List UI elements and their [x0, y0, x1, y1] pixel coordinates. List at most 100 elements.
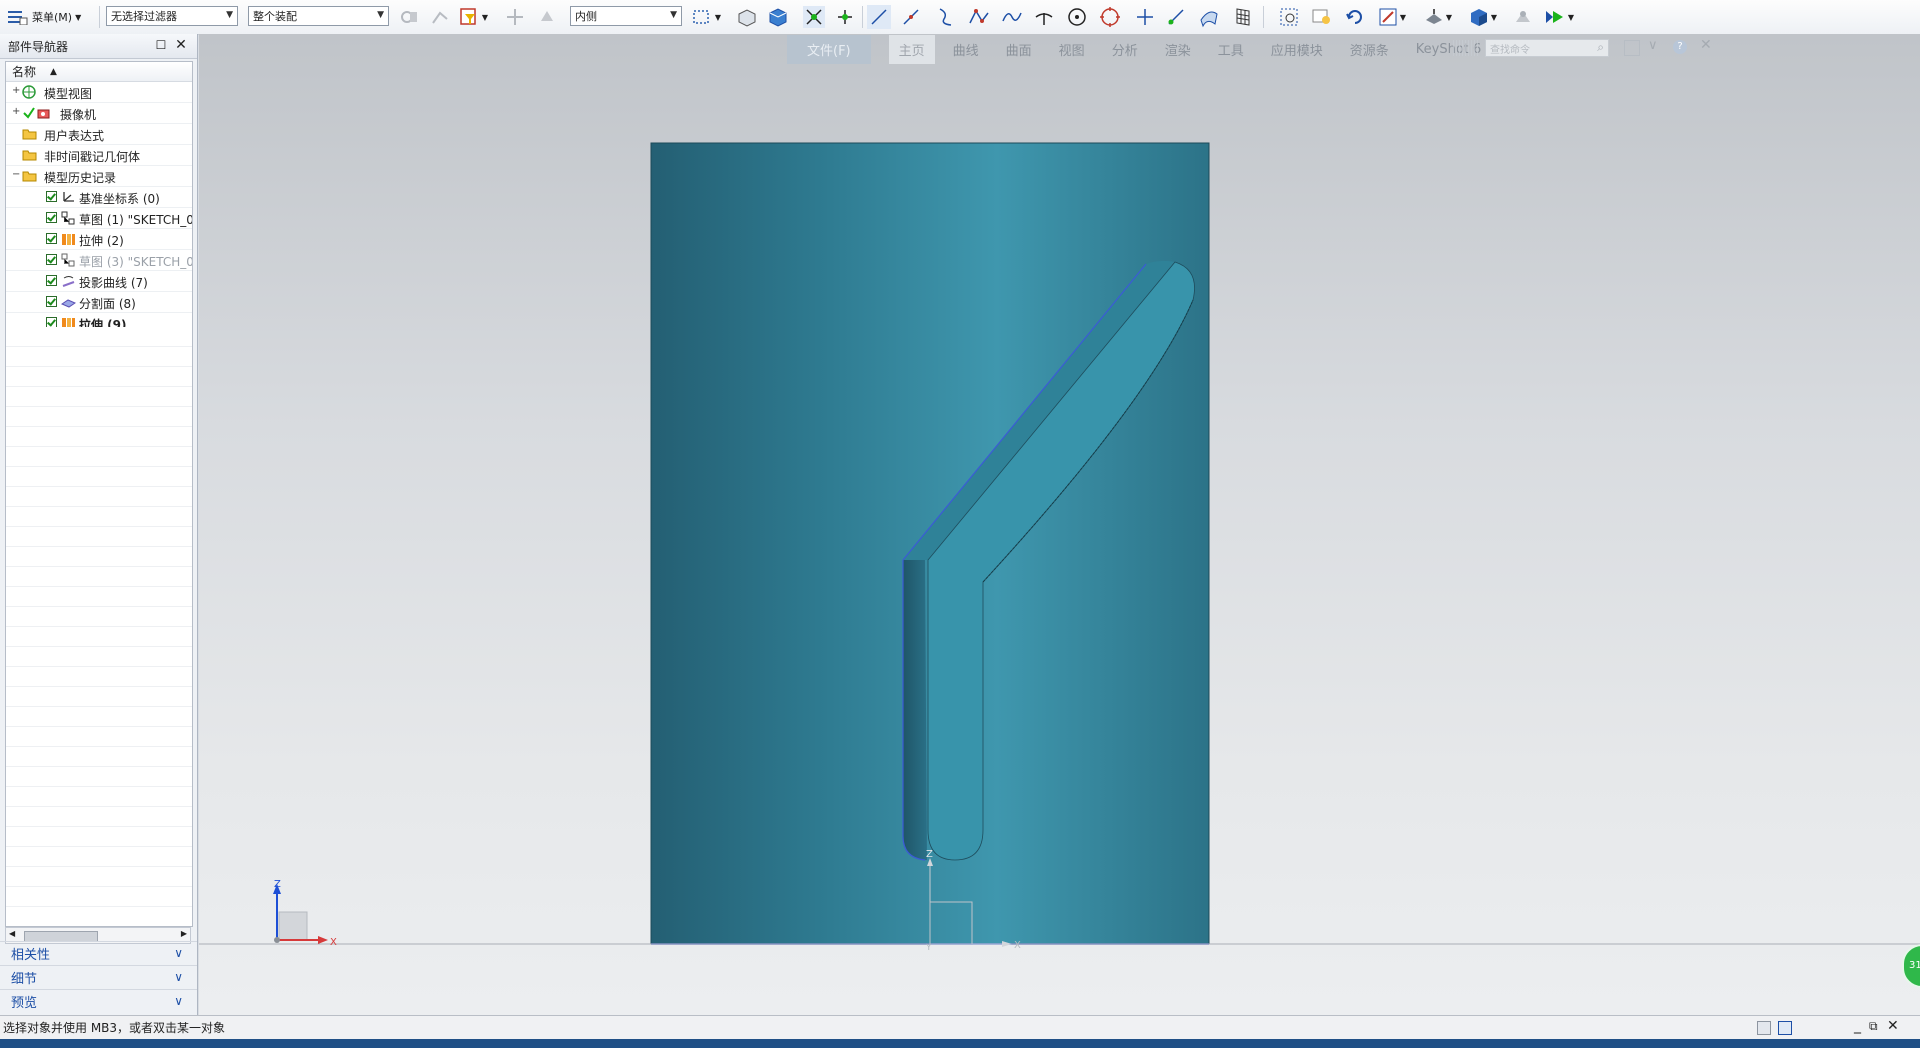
face-icon[interactable] [1197, 5, 1221, 29]
chevron-down-icon: ▼ [226, 10, 233, 20]
chevron-down-icon[interactable]: ▼ [1444, 5, 1454, 29]
close-icon[interactable]: ✕ [173, 37, 189, 53]
circle-center-icon[interactable] [1065, 5, 1089, 29]
select-body-icon[interactable] [535, 5, 559, 29]
chevron-down-icon[interactable]: ▼ [713, 5, 723, 29]
tree-item-divide-face[interactable]: 分割面 (8) [6, 292, 192, 313]
checkbox-checked[interactable] [46, 296, 57, 307]
column-header-label: 名称 [12, 65, 37, 79]
tree-item-model-views[interactable]: + 模型视图 [6, 82, 192, 103]
assembly-scope-value: 整个装配 [253, 10, 297, 23]
restore-icon[interactable]: ⧉ [1869, 1019, 1878, 1034]
menu-label: 菜单(M) [32, 11, 73, 24]
inside-dropdown[interactable]: 内侧 ▼ [570, 6, 682, 26]
intersection-icon[interactable] [1133, 5, 1157, 29]
fit-view-icon[interactable] [1277, 5, 1301, 29]
selection-filter-value: 无选择过滤器 [111, 10, 177, 23]
slot-side-wall[interactable] [903, 560, 927, 860]
close-icon[interactable]: ✕ [1887, 1018, 1899, 1034]
zoom-icon[interactable] [1310, 5, 1334, 29]
type-filter-icon[interactable] [458, 5, 482, 29]
part-navigator-header: 部件导航器 ☐ ✕ [0, 34, 197, 59]
tree-item-project-curve[interactable]: 投影曲线 (7) [6, 271, 192, 292]
scroll-right-icon[interactable]: ▶ [181, 929, 187, 938]
preview-panel[interactable]: 预览 ∨ [0, 989, 197, 1013]
inside-value: 内侧 [575, 10, 597, 23]
menu-button[interactable]: 菜单(M) ▼ [8, 5, 81, 29]
expand-icon[interactable]: + [12, 86, 20, 96]
edit-section-icon[interactable] [1511, 5, 1535, 29]
assembly-filter-icon[interactable] [397, 5, 421, 29]
rotate-icon[interactable] [1343, 5, 1367, 29]
tree-item-sketch-3[interactable]: 草图 (3) "SKETCH_0 [6, 250, 192, 271]
snap-icon[interactable] [428, 5, 452, 29]
tree-item-extrude-2[interactable]: 拉伸 (2) [6, 229, 192, 250]
tree-item-label: 基准坐标系 (0) [79, 192, 160, 206]
toolbar-separator [1263, 6, 1264, 28]
tree-item-datum-csys[interactable]: 基准坐标系 (0) [6, 187, 192, 208]
status-option-icon[interactable] [1757, 1021, 1771, 1035]
name-column-header[interactable]: 名称 ▲ [6, 62, 192, 82]
toolbar-separator [99, 6, 100, 28]
csys-x-label: X [1014, 940, 1021, 951]
triad-x-label: X [330, 937, 337, 948]
status-message: 选择对象并使用 MB3，或者双击某一对象 [3, 1021, 226, 1035]
status-option-icon[interactable] [1778, 1021, 1792, 1035]
minimize-icon[interactable]: _ [1854, 1018, 1861, 1034]
taskbar [0, 1039, 1920, 1048]
circle-quadrant-icon[interactable] [1098, 5, 1122, 29]
tree-item-label: 用户表达式 [44, 129, 105, 143]
tree-item-label: 拉伸 (2) [79, 234, 124, 248]
checkbox-checked[interactable] [46, 191, 57, 202]
dependencies-panel[interactable]: 相关性 ∨ [0, 941, 197, 965]
details-label: 细节 [11, 972, 38, 987]
collapse-icon[interactable]: − [12, 170, 20, 180]
chevron-down-icon[interactable]: ▼ [480, 5, 490, 29]
play-animation-icon[interactable] [1543, 5, 1567, 29]
scroll-left-icon[interactable]: ◀ [9, 929, 15, 938]
folder-icon [22, 148, 37, 162]
chevron-down-icon[interactable]: ▼ [1398, 5, 1408, 29]
selection-filter-dropdown[interactable]: 无选择过滤器 ▼ [106, 6, 238, 26]
tree-item-sketch-1[interactable]: 草图 (1) "SKETCH_0 [6, 208, 192, 229]
expand-icon[interactable]: + [12, 107, 20, 117]
checkbox-checked[interactable] [46, 233, 57, 244]
tangent-icon[interactable] [1032, 5, 1056, 29]
spline-icon[interactable] [1000, 5, 1024, 29]
snap-midpoint-icon[interactable] [833, 5, 857, 29]
assembly-scope-dropdown[interactable]: 整个装配 ▼ [248, 6, 389, 26]
polyline-icon[interactable] [967, 5, 991, 29]
tree-item-user-expressions[interactable]: 用户表达式 [6, 124, 192, 145]
details-panel[interactable]: 细节 ∨ [0, 965, 197, 989]
rectangle-select-icon[interactable] [689, 5, 713, 29]
main-toolbar: 菜单(M) ▼ 无选择过滤器 ▼ 整个装配 ▼ ▼ 内侧 ▼ ▼ ▼ ▼ ▼ ▼ [0, 0, 1920, 35]
show-body-icon[interactable] [735, 5, 759, 29]
curve-icon[interactable] [934, 5, 958, 29]
grid-icon[interactable] [1231, 5, 1255, 29]
chevron-down-icon: ▼ [670, 10, 677, 20]
chevron-down-icon[interactable]: ▼ [1566, 5, 1576, 29]
point-on-line-icon[interactable] [899, 5, 923, 29]
shaded-display-icon[interactable] [1467, 5, 1491, 29]
checkbox-checked[interactable] [46, 275, 57, 286]
toolbar-separator [862, 6, 863, 28]
chevron-down-icon[interactable]: ▼ [1489, 5, 1499, 29]
chevron-down-icon: ▼ [75, 12, 82, 22]
part-navigator-panel: 部件导航器 ☐ ✕ 名称 ▲ + 模型视图 + 摄像机 用户表达式 非时间戳记几… [0, 34, 198, 1015]
edge-point-icon[interactable] [1164, 5, 1188, 29]
restore-icon[interactable]: ☐ [153, 37, 169, 53]
tree-item-camera[interactable]: + 摄像机 [6, 103, 192, 124]
checkbox-checked[interactable] [46, 254, 57, 265]
select-point-icon[interactable] [503, 5, 527, 29]
orient-view-icon[interactable] [1376, 5, 1400, 29]
snap-endpoint-icon[interactable] [802, 5, 826, 29]
chevron-down-icon: ∨ [174, 994, 183, 1008]
tree-item-non-timestamp-geometry[interactable]: 非时间戳记几何体 [6, 145, 192, 166]
line-icon[interactable] [867, 5, 891, 29]
shaded-cube-icon[interactable] [766, 5, 790, 29]
checkbox-checked[interactable] [46, 212, 57, 223]
tree-item-label: 草图 (1) "SKETCH_0 [79, 213, 193, 227]
model-canvas[interactable]: Z X Y Z X [199, 34, 1920, 1015]
render-style-icon[interactable] [1422, 5, 1446, 29]
tree-item-model-history[interactable]: − 模型历史记录 [6, 166, 192, 187]
